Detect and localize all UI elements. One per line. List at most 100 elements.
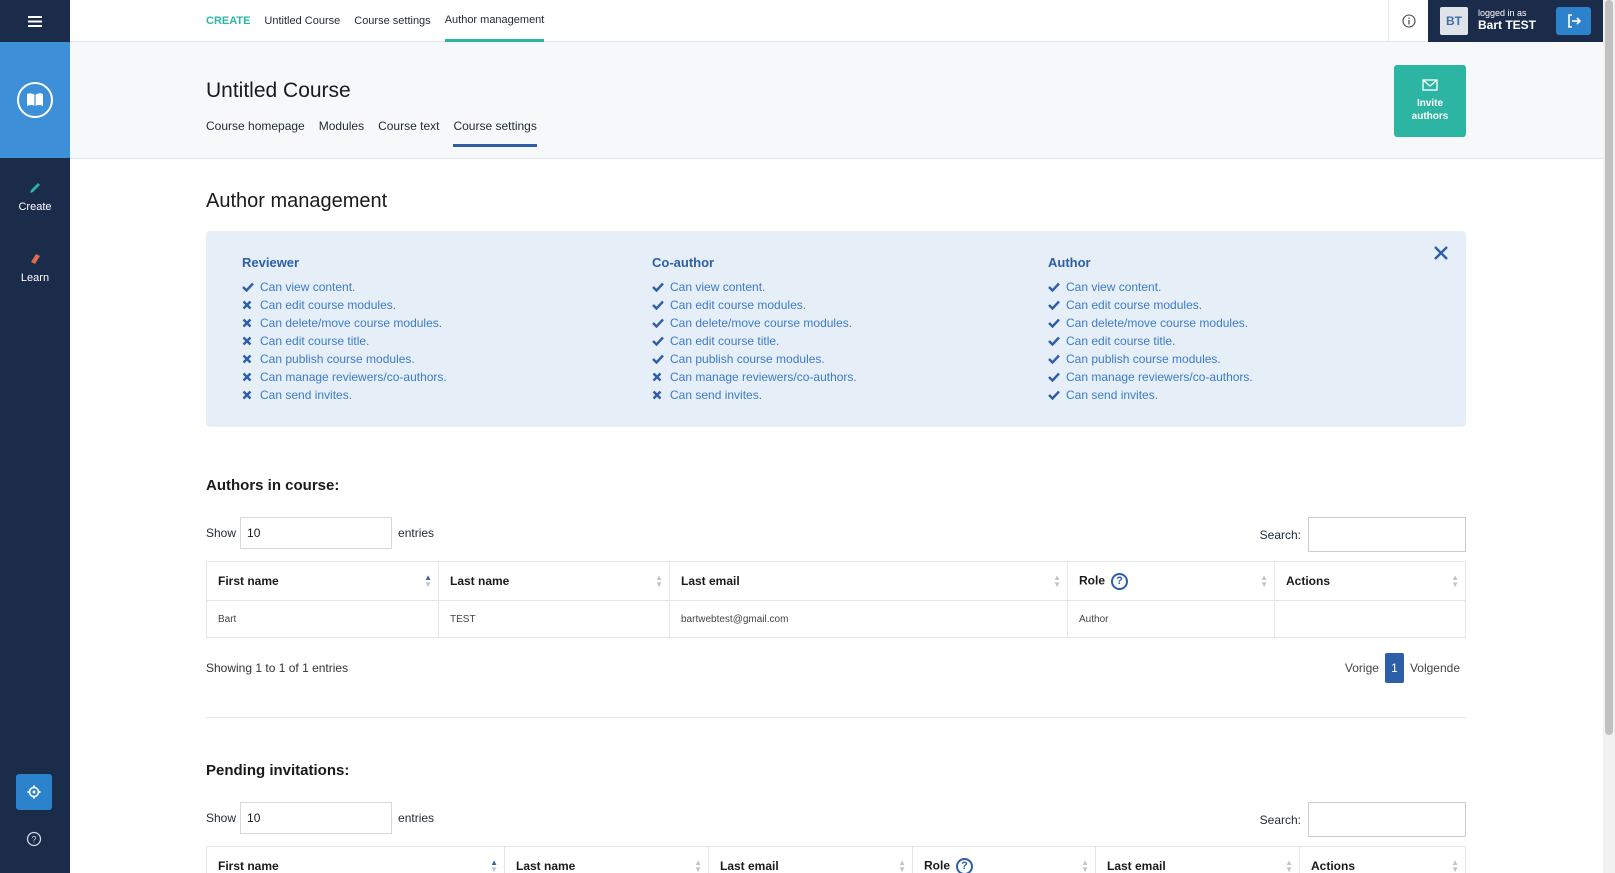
check-icon bbox=[652, 282, 670, 292]
course-tabs: Course homepage Modules Course text Cour… bbox=[206, 119, 551, 147]
pagination-page[interactable]: 1 bbox=[1384, 653, 1404, 683]
authors-title: Authors in course: bbox=[206, 477, 340, 494]
role-name: Co-author bbox=[652, 255, 715, 270]
scrollbar-thumb[interactable] bbox=[1605, 0, 1613, 735]
info-icon bbox=[1401, 14, 1416, 28]
search-label: Search: bbox=[1259, 812, 1301, 827]
breadcrumb: CREATE Untitled Course Course settings A… bbox=[206, 0, 558, 42]
check-icon bbox=[1048, 354, 1066, 364]
permission-item: Can edit course modules. bbox=[652, 296, 857, 314]
cross-icon bbox=[242, 336, 260, 346]
permission-item: Can edit course title. bbox=[242, 332, 447, 350]
col-last-name[interactable]: Last name ▲ ▼ bbox=[438, 561, 670, 601]
col-role[interactable]: Role? ▲ ▼ bbox=[1067, 561, 1275, 601]
page-scrollbar[interactable] bbox=[1603, 0, 1615, 873]
invite-label-line1: Invite bbox=[1416, 98, 1444, 109]
logout-button[interactable] bbox=[1556, 7, 1591, 35]
role-help-icon[interactable]: ? bbox=[956, 857, 974, 873]
permission-item: Can publish course modules. bbox=[242, 350, 447, 368]
col-last-email[interactable]: Last email ▲ ▼ bbox=[708, 846, 913, 873]
divider bbox=[206, 717, 1466, 718]
sidebar-item-create[interactable]: Create bbox=[0, 181, 70, 213]
table-header-row: First name ▲ ▼ Last name ▲ ▼ Last email ▲ ▼ Ro… bbox=[206, 561, 1466, 601]
table-header-row: First name ▲ ▼ Last name ▲ ▼ Last email ▲ ▼ Ro… bbox=[206, 846, 1466, 873]
check-icon bbox=[1048, 282, 1066, 292]
pending-search-input[interactable] bbox=[1308, 802, 1466, 837]
user-panel: BT logged in as Bart TEST bbox=[1428, 0, 1603, 42]
tab-course-settings[interactable]: Course settings bbox=[453, 119, 537, 147]
permission-text: Can send invites. bbox=[260, 388, 353, 402]
permission-text: Can delete/move course modules. bbox=[670, 316, 853, 330]
pending-length-control: Show entries bbox=[206, 802, 434, 834]
authors-search-input[interactable] bbox=[1308, 517, 1466, 552]
cross-icon bbox=[242, 300, 260, 310]
cross-icon bbox=[242, 354, 260, 364]
permission-item: Can publish course modules. bbox=[652, 350, 857, 368]
invite-authors-button[interactable]: Invite authors bbox=[1394, 65, 1466, 137]
breadcrumb-author-management[interactable]: Author management bbox=[444, 0, 545, 42]
check-icon bbox=[1048, 390, 1066, 400]
sidebar-item-learn[interactable]: Learn bbox=[0, 252, 70, 284]
cell-actions bbox=[1274, 600, 1466, 638]
section-title: Author management bbox=[206, 190, 388, 212]
book-logo-icon[interactable] bbox=[17, 82, 53, 118]
check-icon bbox=[652, 336, 670, 346]
permission-text: Can send invites. bbox=[1066, 388, 1159, 402]
avatar[interactable]: BT bbox=[1440, 7, 1468, 35]
col-actions[interactable]: Actions ▲ ▼ bbox=[1274, 561, 1466, 601]
entries-label: entries bbox=[398, 811, 435, 825]
permission-item: Can edit course title. bbox=[652, 332, 857, 350]
role-help-icon[interactable]: ? bbox=[1111, 572, 1129, 590]
col-last-email[interactable]: Last email ▲ ▼ bbox=[669, 561, 1068, 601]
logout-icon bbox=[1567, 14, 1581, 28]
col-last-name[interactable]: Last name ▲ ▼ bbox=[504, 846, 709, 873]
cross-icon bbox=[242, 390, 260, 400]
pagination-next[interactable]: Volgende bbox=[1410, 661, 1460, 675]
check-icon bbox=[1048, 300, 1066, 310]
envelope-icon bbox=[1422, 79, 1438, 91]
cell-last-email: bartwebtest@gmail.com bbox=[669, 600, 1068, 638]
menu-toggle-button[interactable] bbox=[0, 0, 70, 42]
role-name: Author bbox=[1048, 255, 1091, 270]
permission-text: Can edit course modules. bbox=[670, 298, 807, 312]
tab-course-text[interactable]: Course text bbox=[378, 119, 439, 147]
cross-icon bbox=[652, 390, 670, 400]
permission-text: Can manage reviewers/co-authors. bbox=[670, 370, 857, 384]
breadcrumb-course-settings[interactable]: Course settings bbox=[354, 0, 430, 42]
col-last-email-2[interactable]: Last email ▲ ▼ bbox=[1095, 846, 1300, 873]
authors-entries-select[interactable] bbox=[240, 517, 393, 549]
check-icon bbox=[1048, 318, 1066, 328]
tab-modules[interactable]: Modules bbox=[319, 119, 364, 147]
pending-entries-select[interactable] bbox=[240, 802, 393, 834]
permission-text: Can view content. bbox=[260, 280, 356, 294]
col-first-name[interactable]: First name ▲ ▼ bbox=[206, 561, 439, 601]
brand-area bbox=[0, 42, 70, 158]
permission-text: Can manage reviewers/co-authors. bbox=[1066, 370, 1253, 384]
close-icon[interactable] bbox=[1433, 245, 1449, 261]
permission-text: Can edit course title. bbox=[1066, 334, 1176, 348]
col-actions[interactable]: Actions ▲ ▼ bbox=[1299, 846, 1466, 873]
authors-info-text: Showing 1 to 1 of 1 entries bbox=[206, 661, 349, 675]
eraser-icon bbox=[31, 254, 40, 264]
check-icon bbox=[1048, 372, 1066, 382]
check-icon bbox=[242, 282, 260, 292]
permission-item: Can send invites. bbox=[652, 386, 857, 404]
search-label: Search: bbox=[1259, 527, 1301, 542]
settings-button[interactable] bbox=[16, 774, 52, 810]
permission-item: Can manage reviewers/co-authors. bbox=[652, 368, 857, 386]
breadcrumb-create[interactable]: CREATE bbox=[206, 0, 250, 42]
info-button[interactable] bbox=[1388, 0, 1428, 42]
authors-pagination: Vorige 1 Volgende bbox=[1345, 653, 1460, 683]
cross-icon bbox=[652, 372, 670, 382]
tab-course-homepage[interactable]: Course homepage bbox=[206, 119, 305, 147]
permission-item: Can delete/move course modules. bbox=[1048, 314, 1253, 332]
permission-item: Can edit course title. bbox=[1048, 332, 1253, 350]
pending-title: Pending invitations: bbox=[206, 762, 350, 779]
breadcrumb-course[interactable]: Untitled Course bbox=[264, 0, 340, 42]
check-icon bbox=[652, 300, 670, 310]
help-button[interactable]: ? bbox=[25, 830, 43, 848]
col-first-name[interactable]: First name ▲ ▼ bbox=[206, 846, 505, 873]
col-role[interactable]: Role? ▲ ▼ bbox=[912, 846, 1096, 873]
pagination-prev[interactable]: Vorige bbox=[1345, 661, 1379, 675]
permission-text: Can publish course modules. bbox=[670, 352, 825, 366]
